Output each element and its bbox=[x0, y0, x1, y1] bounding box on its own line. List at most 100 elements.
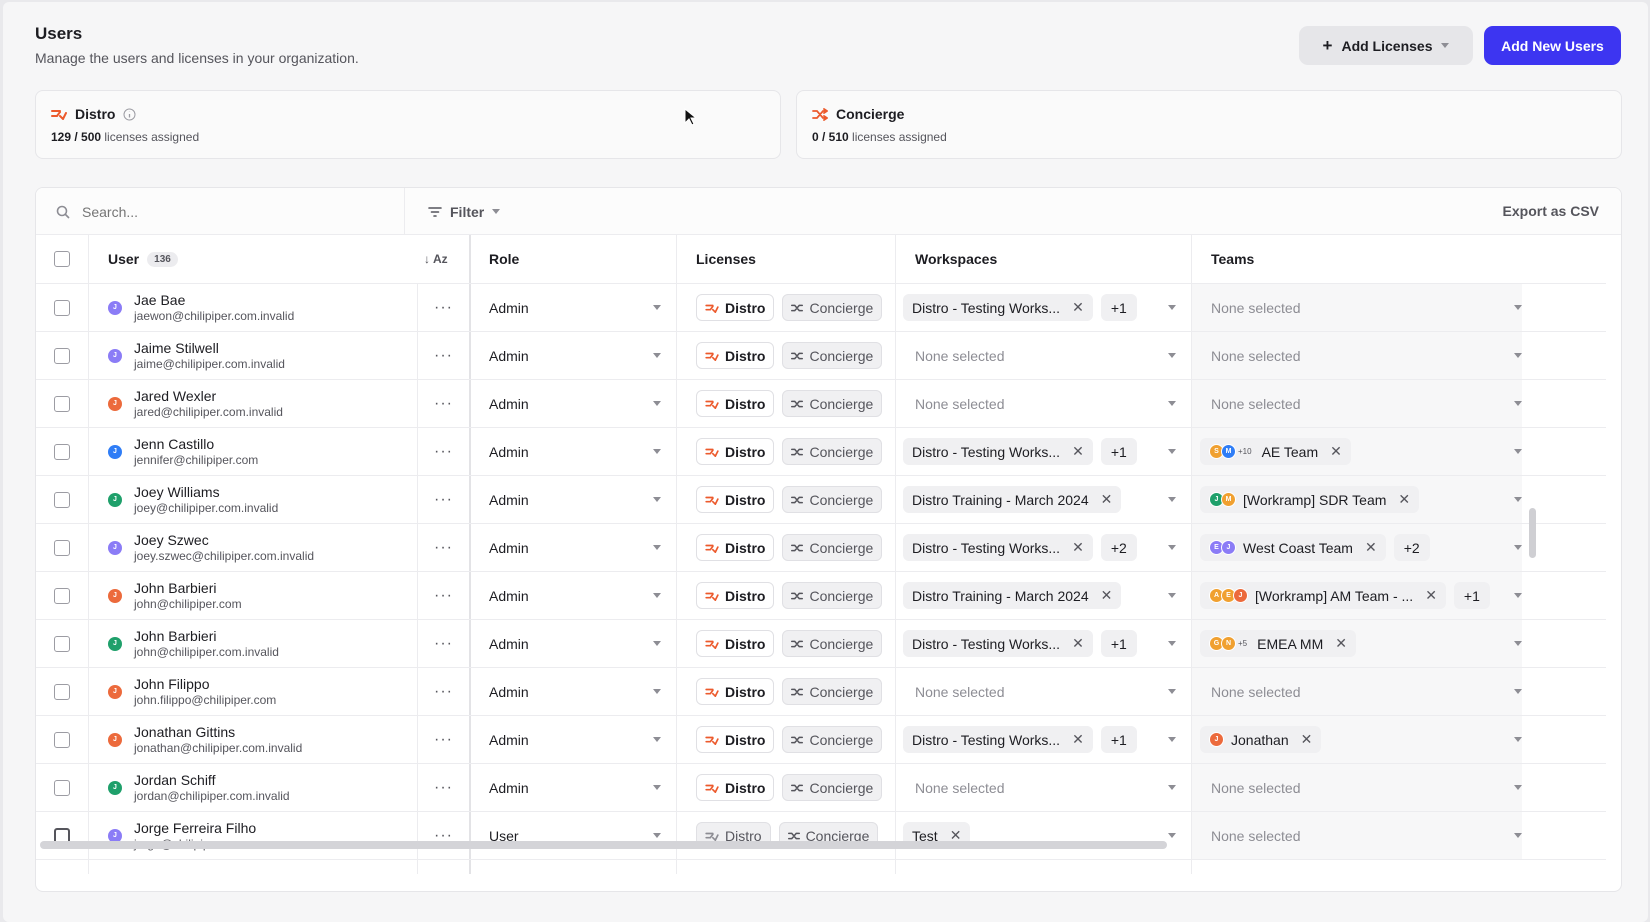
workspace-select[interactable]: Distro - Testing Works... ✕ +2 bbox=[903, 524, 1176, 571]
column-licenses[interactable]: Licenses bbox=[696, 235, 756, 283]
workspace-select[interactable]: Distro - Testing Works... ✕ +1 bbox=[903, 428, 1176, 475]
export-csv-button[interactable]: Export as CSV bbox=[1503, 203, 1599, 219]
distro-license-toggle[interactable]: Distro bbox=[696, 294, 775, 321]
role-select[interactable]: Admin bbox=[489, 284, 661, 331]
more-options-icon[interactable]: ··· bbox=[434, 299, 453, 317]
column-workspaces[interactable]: Workspaces bbox=[915, 235, 997, 283]
distro-license-toggle[interactable]: Distro bbox=[696, 486, 775, 513]
concierge-license-toggle[interactable]: Concierge bbox=[782, 630, 883, 657]
row-checkbox[interactable] bbox=[54, 587, 70, 604]
distro-license-toggle[interactable]: Distro bbox=[696, 438, 775, 465]
concierge-license-toggle[interactable]: Concierge bbox=[782, 774, 883, 801]
add-new-users-button[interactable]: Add New Users bbox=[1484, 26, 1621, 65]
close-icon[interactable]: ✕ bbox=[1398, 491, 1410, 508]
close-icon[interactable]: ✕ bbox=[1072, 443, 1084, 460]
role-select[interactable]: Admin bbox=[489, 764, 661, 811]
workspace-more-badge[interactable]: +1 bbox=[1100, 726, 1137, 753]
close-icon[interactable]: ✕ bbox=[1072, 635, 1084, 652]
add-licenses-button[interactable]: + Add Licenses bbox=[1299, 26, 1473, 65]
workspace-select[interactable]: None selected bbox=[903, 764, 1176, 811]
team-select[interactable]: None selected bbox=[1192, 812, 1522, 859]
vertical-scrollbar[interactable] bbox=[1529, 508, 1536, 558]
more-options-icon[interactable]: ··· bbox=[434, 395, 453, 413]
distro-license-toggle[interactable]: Distro bbox=[696, 342, 775, 369]
row-checkbox[interactable] bbox=[54, 731, 70, 748]
workspace-select[interactable]: None selected bbox=[903, 332, 1176, 379]
team-select[interactable]: G N +5 EMEA MM ✕ bbox=[1192, 620, 1522, 667]
more-options-icon[interactable]: ··· bbox=[434, 635, 453, 653]
team-select[interactable]: J Jonathan ✕ bbox=[1192, 716, 1522, 763]
workspace-select[interactable]: Distro - Testing Works... ✕ +1 bbox=[903, 620, 1176, 667]
row-checkbox[interactable] bbox=[54, 299, 70, 316]
role-select[interactable]: Admin bbox=[489, 380, 661, 427]
team-select[interactable]: S M +10 AE Team ✕ bbox=[1192, 428, 1522, 475]
column-teams[interactable]: Teams bbox=[1211, 235, 1254, 283]
concierge-license-toggle[interactable]: Concierge bbox=[782, 582, 883, 609]
row-checkbox[interactable] bbox=[54, 395, 70, 412]
concierge-license-toggle[interactable]: Concierge bbox=[782, 438, 883, 465]
team-select[interactable]: J M [Workramp] SDR Team ✕ bbox=[1192, 476, 1522, 523]
distro-license-toggle[interactable]: Distro bbox=[696, 678, 775, 705]
team-select[interactable]: None selected bbox=[1192, 668, 1522, 715]
role-select[interactable]: Admin bbox=[489, 428, 661, 475]
distro-license-toggle[interactable]: Distro bbox=[696, 390, 775, 417]
team-select[interactable]: None selected bbox=[1192, 284, 1522, 331]
role-select[interactable]: Admin bbox=[489, 476, 661, 523]
row-checkbox[interactable] bbox=[54, 779, 70, 796]
row-checkbox[interactable] bbox=[54, 683, 70, 700]
team-select[interactable]: None selected bbox=[1192, 764, 1522, 811]
sort-toggle[interactable]: ↓ Az bbox=[424, 235, 448, 283]
more-options-icon[interactable]: ··· bbox=[434, 539, 453, 557]
distro-license-toggle[interactable]: Distro bbox=[696, 774, 775, 801]
horizontal-scrollbar[interactable] bbox=[40, 841, 1167, 849]
more-options-icon[interactable]: ··· bbox=[434, 587, 453, 605]
team-select[interactable]: None selected bbox=[1192, 332, 1522, 379]
workspace-more-badge[interactable]: +1 bbox=[1100, 294, 1137, 321]
role-select[interactable]: Admin bbox=[489, 620, 661, 667]
concierge-license-toggle[interactable]: Concierge bbox=[782, 342, 883, 369]
more-options-icon[interactable]: ··· bbox=[434, 443, 453, 461]
close-icon[interactable]: ✕ bbox=[1101, 491, 1113, 508]
close-icon[interactable]: ✕ bbox=[1425, 587, 1437, 604]
distro-license-toggle[interactable]: Distro bbox=[696, 630, 775, 657]
workspace-select[interactable]: Distro - Testing Works... ✕ +1 bbox=[903, 716, 1176, 763]
concierge-license-toggle[interactable]: Concierge bbox=[782, 486, 883, 513]
team-select[interactable]: A E J [Workramp] AM Team - ... ✕ +1 bbox=[1192, 572, 1522, 619]
info-icon[interactable] bbox=[123, 108, 136, 121]
role-select[interactable]: Admin bbox=[489, 572, 661, 619]
column-role[interactable]: Role bbox=[489, 235, 519, 283]
role-select[interactable]: Admin bbox=[489, 716, 661, 763]
more-options-icon[interactable]: ··· bbox=[434, 731, 453, 749]
search-input[interactable] bbox=[82, 203, 372, 220]
distro-license-toggle[interactable]: Distro bbox=[696, 726, 775, 753]
team-select[interactable]: None selected bbox=[1192, 380, 1522, 427]
row-checkbox[interactable] bbox=[54, 443, 70, 460]
role-select[interactable]: Admin bbox=[489, 524, 661, 571]
team-more-badge[interactable]: +1 bbox=[1453, 582, 1490, 609]
row-checkbox[interactable] bbox=[54, 539, 70, 556]
more-options-icon[interactable]: ··· bbox=[434, 491, 453, 509]
concierge-license-toggle[interactable]: Concierge bbox=[782, 390, 883, 417]
role-select[interactable]: Admin bbox=[489, 668, 661, 715]
close-icon[interactable]: ✕ bbox=[1335, 635, 1347, 652]
select-all-checkbox[interactable] bbox=[54, 251, 70, 267]
more-options-icon[interactable]: ··· bbox=[434, 779, 453, 797]
workspace-more-badge[interactable]: +1 bbox=[1100, 630, 1137, 657]
more-options-icon[interactable]: ··· bbox=[434, 683, 453, 701]
workspace-select[interactable]: Distro - Testing Works... ✕ +1 bbox=[903, 284, 1176, 331]
close-icon[interactable]: ✕ bbox=[1101, 587, 1113, 604]
close-icon[interactable]: ✕ bbox=[1365, 539, 1377, 556]
workspace-select[interactable]: None selected bbox=[903, 668, 1176, 715]
close-icon[interactable]: ✕ bbox=[1330, 443, 1342, 460]
workspace-select[interactable]: None selected bbox=[903, 380, 1176, 427]
close-icon[interactable]: ✕ bbox=[1072, 731, 1084, 748]
concierge-license-toggle[interactable]: Concierge bbox=[782, 294, 883, 321]
close-icon[interactable]: ✕ bbox=[1072, 539, 1084, 556]
close-icon[interactable]: ✕ bbox=[1301, 731, 1313, 748]
team-select[interactable]: E J West Coast Team ✕ +2 bbox=[1192, 524, 1522, 571]
role-select[interactable]: User bbox=[489, 812, 661, 859]
workspace-select[interactable]: Distro Training - March 2024 ✕ bbox=[903, 476, 1176, 523]
more-options-icon[interactable]: ··· bbox=[434, 347, 453, 365]
distro-license-toggle[interactable]: Distro bbox=[696, 534, 775, 561]
row-checkbox[interactable] bbox=[54, 635, 70, 652]
